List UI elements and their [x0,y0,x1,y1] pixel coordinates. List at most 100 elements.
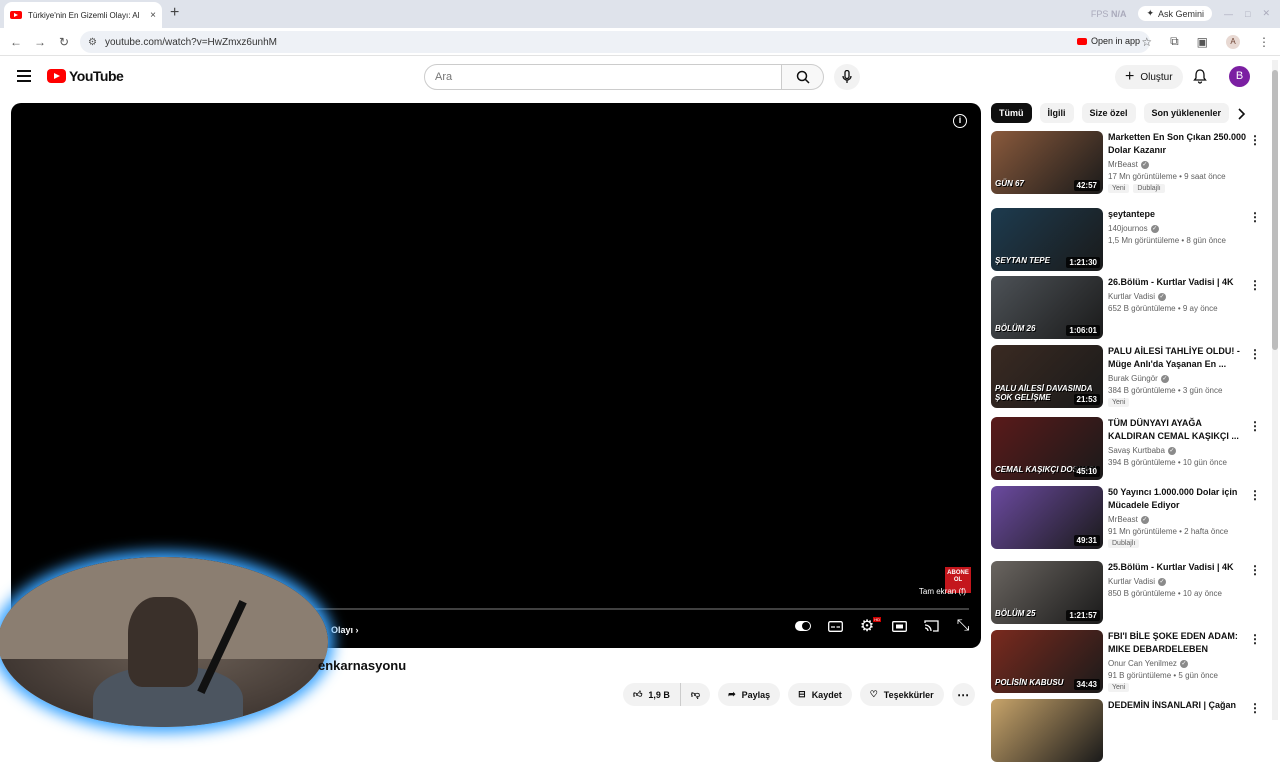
recommendation-title[interactable]: 26.Bölüm - Kurtlar Vadisi | 4K [1108,276,1248,289]
maximize-icon[interactable]: □ [1245,9,1250,19]
more-options-icon[interactable]: ⋮ [1249,563,1261,577]
recommendation-title[interactable]: FBI'I BİLE ŞOKE EDEN ADAM: MIKE DEBARDEL… [1108,630,1248,656]
info-icon[interactable]: i [953,114,967,128]
recommendation-badge: Yeni [1108,398,1130,407]
toolbar-icons: ☆ ⧉ ▣ A ⋮ [1141,34,1270,49]
recommendation-meta: PALU AİLESİ TAHLİYE OLDU! - Müge Anlı'da… [1108,345,1248,407]
site-info-icon[interactable]: ⚙ [88,37,97,48]
more-options-icon[interactable]: ⋮ [1249,133,1261,147]
view-stats: 652 B görüntüleme • 9 ay önce [1108,304,1218,313]
chip-recently-uploaded[interactable]: Son yüklenenler [1143,103,1230,123]
back-icon[interactable]: ← [4,35,28,49]
account-avatar[interactable]: B [1229,66,1250,87]
like-dislike-group: 👍︎ 1,9 B 👎︎ [623,683,711,706]
recommendation-title[interactable]: 50 Yayıncı 1.000.000 Dolar için Mücadele… [1108,486,1248,512]
duration-badge: 49:31 [1073,535,1100,546]
side-panel-icon[interactable]: ▣ [1197,35,1208,49]
player-controls-right: ⚙ HD ⤡ [795,617,971,635]
video-thumbnail[interactable]: CEMAL KAŞIKÇI DOSYASI 45:10 [991,417,1103,480]
reload-icon[interactable]: ↻ [52,35,76,49]
thanks-button[interactable]: ♡ Teşekkürler [859,683,944,706]
notifications-bell-icon[interactable] [1193,69,1207,84]
like-button[interactable]: 👍︎ 1,9 B [623,683,680,706]
chip-all[interactable]: Tümü [991,103,1032,123]
search-input[interactable] [424,64,782,90]
channel-name[interactable]: 140journos ✓ [1108,224,1248,233]
duration-badge: 1:06:01 [1066,325,1100,336]
fullscreen-tooltip: Tam ekran (f) [918,587,966,596]
channel-name[interactable]: Kurtlar Vadisi ✓ [1108,577,1248,586]
channel-name[interactable]: MrBeast ✓ [1108,160,1248,169]
ask-gemini-button[interactable]: ✦ Ask Gemini [1138,6,1213,21]
channel-name[interactable]: Savaş Kurtbaba ✓ [1108,446,1248,455]
channel-name[interactable]: MrBeast ✓ [1108,515,1248,524]
open-in-app-button[interactable]: Open in app [1076,36,1140,46]
search-button[interactable] [782,64,824,90]
guide-menu-icon[interactable] [17,70,31,82]
voice-search-button[interactable] [834,64,860,90]
chevron-right-icon[interactable] [1236,108,1246,120]
create-button[interactable]: + Oluştur [1115,65,1183,89]
close-window-icon[interactable]: ✕ [1262,8,1270,19]
video-thumbnail[interactable]: PALU AİLESİ DAVASINDA ŞOK GELİŞME 21:53 [991,345,1103,408]
more-options-icon[interactable]: ⋮ [1249,419,1261,433]
webcam-overlay [0,557,328,727]
browser-menu-icon[interactable]: ⋮ [1258,35,1270,49]
more-options-icon[interactable]: ⋮ [1249,632,1261,646]
miniplayer-icon[interactable] [891,619,907,633]
chip-related[interactable]: İlgili [1039,103,1074,123]
recommendation-title[interactable]: DEDEMİN İNSANLARI | Çağan [1108,699,1248,712]
settings-gear-icon[interactable]: ⚙ HD [859,617,881,635]
extensions-icon[interactable]: ⧉ [1170,34,1179,49]
recommendation-title[interactable]: PALU AİLESİ TAHLİYE OLDU! - Müge Anlı'da… [1108,345,1248,371]
dislike-button[interactable]: 👎︎ [679,683,710,706]
more-options-icon[interactable]: ⋮ [1249,210,1261,224]
recommendation-meta: 26.Bölüm - Kurtlar Vadisi | 4K Kurtlar V… [1108,276,1248,316]
more-actions-icon[interactable]: ⋯ [951,683,975,706]
youtube-favicon-icon [10,11,22,19]
recommendation-badges: Dublajlı [1108,539,1248,548]
new-tab-button[interactable]: + [170,4,179,22]
address-bar[interactable]: ⚙ youtube.com/watch?v=HwZmxz6unhM [80,31,1150,53]
youtube-play-icon [47,69,66,83]
video-thumbnail[interactable]: GÜN 67 42:57 [991,131,1103,194]
subtitles-icon[interactable] [827,619,843,633]
more-options-icon[interactable]: ⋮ [1249,278,1261,292]
minimize-icon[interactable]: — [1224,9,1233,19]
browser-profile-avatar[interactable]: A [1226,34,1240,49]
chip-for-you[interactable]: Size özel [1081,103,1136,123]
video-thumbnail[interactable]: 49:31 [991,486,1103,549]
channel-name[interactable]: Burak Güngör ✓ [1108,374,1248,383]
recommendation-title[interactable]: 25.Bölüm - Kurtlar Vadisi | 4K [1108,561,1248,574]
view-stats: 394 B görüntüleme • 10 gün önce [1108,458,1227,467]
more-options-icon[interactable]: ⋮ [1249,347,1261,361]
video-thumbnail[interactable]: BÖLÜM 25 1:21:57 [991,561,1103,624]
forward-icon[interactable]: → [28,35,52,49]
duration-badge: 42:57 [1073,180,1100,191]
page-scrollbar[interactable] [1272,60,1278,720]
chapter-label[interactable]: Olayı › [331,625,359,635]
browser-tab[interactable]: Türkiye'nin En Gizemli Olayı: Al × [4,2,162,28]
autoplay-toggle[interactable] [795,619,811,633]
recommendation-title[interactable]: şeytantepe [1108,208,1248,221]
video-thumbnail[interactable] [991,699,1103,762]
more-options-icon[interactable]: ⋮ [1249,701,1261,715]
video-thumbnail[interactable]: POLİSİN KABUSU 34:43 [991,630,1103,693]
recommendation-meta: şeytantepe 140journos ✓ 1,5 Mn görüntüle… [1108,208,1248,248]
cast-icon[interactable] [923,619,939,633]
video-thumbnail[interactable]: ŞEYTAN TEPE 1:21:30 [991,208,1103,271]
channel-name[interactable]: Kurtlar Vadisi ✓ [1108,292,1248,301]
more-options-icon[interactable]: ⋮ [1249,488,1261,502]
share-button[interactable]: ➦ Paylaş [718,683,781,706]
youtube-logo[interactable]: YouTube [47,68,124,84]
view-stats: 91 Mn görüntüleme • 2 hafta önce [1108,527,1229,536]
tab-close-icon[interactable]: × [150,10,156,21]
recommendation-title[interactable]: Marketten En Son Çıkan 250.000 Dolar Kaz… [1108,131,1248,157]
save-button[interactable]: ⊟ Kaydet [788,683,852,706]
fullscreen-icon[interactable]: ⤡ [955,617,971,634]
recommendation-title[interactable]: TÜM DÜNYAYI AYAĞA KALDIRAN CEMAL KAŞIKÇI… [1108,417,1248,443]
video-thumbnail[interactable]: BÖLÜM 26 1:06:01 [991,276,1103,339]
bookmark-star-icon[interactable]: ☆ [1141,35,1152,49]
webcam-person-head [128,597,198,687]
channel-name[interactable]: Onur Can Yenilmez ✓ [1108,659,1248,668]
